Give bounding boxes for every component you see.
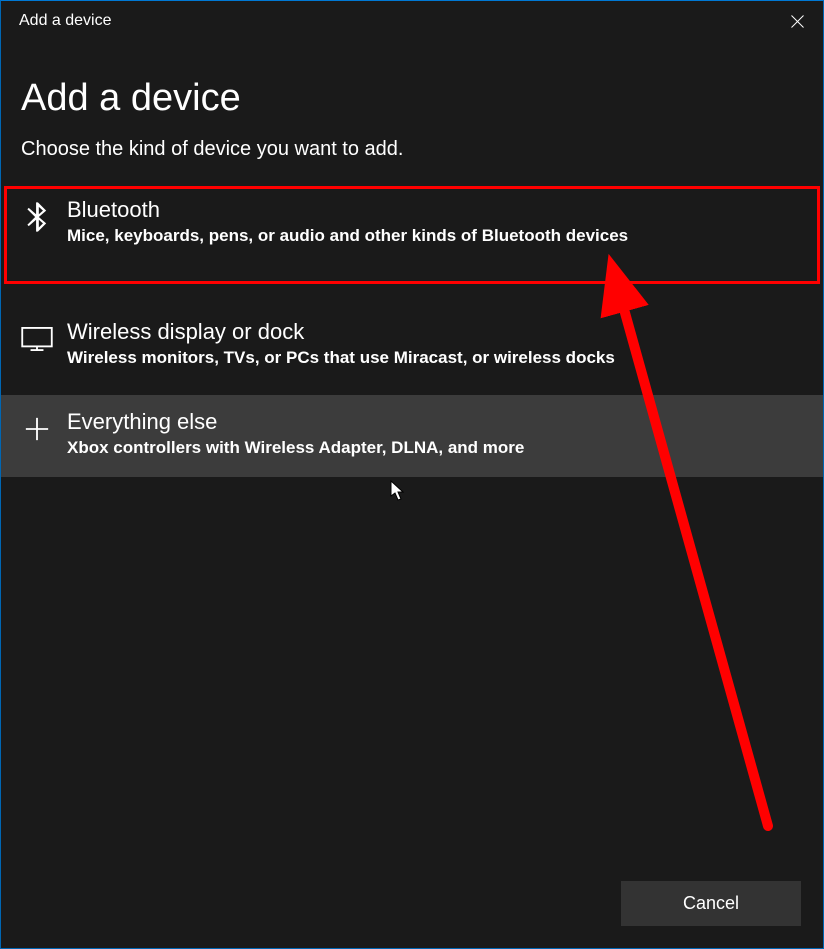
option-desc: Mice, keyboards, pens, or audio and othe…: [67, 225, 803, 247]
option-text: Wireless display or dock Wireless monito…: [67, 319, 803, 369]
plus-icon: [21, 413, 53, 445]
option-title: Everything else: [67, 409, 803, 435]
add-device-dialog: Add a device Add a device Choose the kin…: [0, 0, 824, 949]
dialog-footer: Cancel: [1, 881, 823, 948]
option-bluetooth[interactable]: Bluetooth Mice, keyboards, pens, or audi…: [1, 183, 823, 287]
monitor-icon: [21, 323, 53, 355]
option-wireless-display[interactable]: Wireless display or dock Wireless monito…: [1, 305, 823, 395]
bluetooth-icon: [21, 201, 53, 233]
page-subtitle: Choose the kind of device you want to ad…: [21, 138, 803, 161]
titlebar: Add a device: [1, 1, 823, 41]
option-text: Bluetooth Mice, keyboards, pens, or audi…: [67, 197, 803, 247]
option-title: Bluetooth: [67, 197, 803, 223]
dialog-content: Add a device Choose the kind of device y…: [1, 41, 823, 881]
cancel-button[interactable]: Cancel: [621, 881, 801, 926]
device-option-list: Bluetooth Mice, keyboards, pens, or audi…: [1, 183, 823, 477]
option-desc: Xbox controllers with Wireless Adapter, …: [67, 437, 803, 459]
option-text: Everything else Xbox controllers with Wi…: [67, 409, 803, 459]
close-button[interactable]: [771, 1, 823, 41]
option-everything-else[interactable]: Everything else Xbox controllers with Wi…: [1, 395, 823, 477]
option-desc: Wireless monitors, TVs, or PCs that use …: [67, 347, 803, 369]
page-title: Add a device: [21, 77, 803, 120]
option-title: Wireless display or dock: [67, 319, 803, 345]
window-title: Add a device: [19, 12, 112, 30]
close-icon: [791, 15, 804, 28]
